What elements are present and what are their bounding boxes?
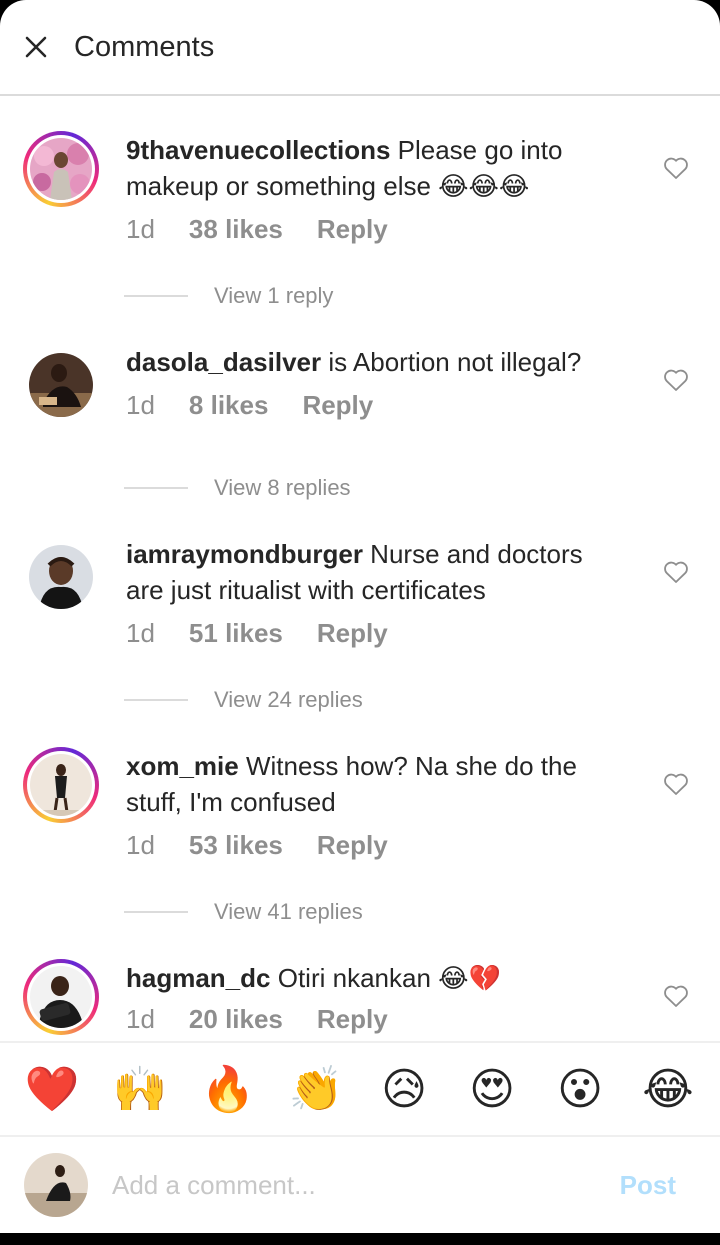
comment-text: hagman_dc Otiri nkankan 😂💔 <box>126 960 626 997</box>
page-title: Comments <box>74 30 215 63</box>
comment-meta: 1d 38 likes Reply <box>126 214 422 245</box>
view-replies-label: View 24 replies <box>214 687 363 712</box>
reaction-laughing[interactable]: 😂 <box>638 1059 698 1119</box>
avatar <box>30 138 92 200</box>
comment-emojis: 😂💔 <box>438 964 501 994</box>
comment-username[interactable]: 9thavenuecollections <box>126 135 390 165</box>
user-avatar <box>24 1153 88 1217</box>
view-replies-label: View 41 replies <box>214 899 363 924</box>
comment-composer: Post <box>0 1137 720 1233</box>
reply-button[interactable]: Reply <box>302 390 373 421</box>
comment-time: 1d <box>126 214 155 244</box>
reaction-surprised[interactable]: 😮 <box>550 1059 610 1119</box>
view-replies-label: View 1 reply <box>214 283 334 308</box>
divider-line <box>124 699 188 701</box>
divider-line <box>124 911 188 913</box>
comment-time: 1d <box>126 1004 155 1034</box>
reaction-heart-eyes[interactable]: 😍 <box>462 1059 522 1119</box>
avatar <box>30 966 92 1028</box>
like-heart-icon[interactable] <box>663 560 689 584</box>
comment-username[interactable]: hagman_dc <box>126 963 271 993</box>
reply-button[interactable]: Reply <box>317 214 388 245</box>
reaction-heart[interactable]: ❤️ <box>22 1059 82 1119</box>
view-replies-label: View 8 replies <box>214 475 351 500</box>
comment-body: Otiri nkankan <box>270 963 439 993</box>
comment-likes[interactable]: 8 likes <box>189 390 269 421</box>
view-replies-button[interactable]: View 1 reply <box>124 283 333 309</box>
header: Comments <box>0 0 720 96</box>
reaction-clapping[interactable]: 👏 <box>286 1059 346 1119</box>
comments-screen: Comments 9thavenuecollections Please go … <box>0 0 720 1233</box>
comment-meta: 1d 51 likes Reply <box>126 618 422 649</box>
avatar-story-ring[interactable] <box>23 959 99 1035</box>
avatar-wrapper[interactable] <box>23 539 99 615</box>
comments-list[interactable]: 9thavenuecollections Please go into make… <box>0 98 720 1040</box>
avatar <box>29 353 93 417</box>
like-heart-icon[interactable] <box>663 156 689 180</box>
view-replies-button[interactable]: View 8 replies <box>124 475 351 501</box>
comment-likes[interactable]: 51 likes <box>189 618 283 649</box>
comment-input[interactable] <box>110 1168 620 1202</box>
reaction-fire[interactable]: 🔥 <box>198 1059 258 1119</box>
comment-text: 9thavenuecollections Please go into make… <box>126 132 626 205</box>
view-replies-button[interactable]: View 24 replies <box>124 687 363 713</box>
reply-button[interactable]: Reply <box>317 830 388 861</box>
comment-time: 1d <box>126 618 155 648</box>
divider-line <box>124 295 188 297</box>
comment-meta: 1d 20 likes Reply <box>126 1004 422 1035</box>
avatar <box>29 545 93 609</box>
avatar-story-ring[interactable] <box>23 131 99 207</box>
reply-button[interactable]: Reply <box>317 1004 388 1035</box>
view-replies-button[interactable]: View 41 replies <box>124 899 363 925</box>
comment-time: 1d <box>126 390 155 420</box>
comment-text: xom_mie Witness how? Na she do the stuff… <box>126 748 626 820</box>
comment-likes[interactable]: 20 likes <box>189 1004 283 1035</box>
comment-time: 1d <box>126 830 155 860</box>
comment-meta: 1d 8 likes Reply <box>126 390 407 421</box>
comment-emojis: 😂😂😂 <box>438 172 530 202</box>
like-heart-icon[interactable] <box>663 368 689 392</box>
comment-body: is Abortion not illegal? <box>321 347 582 377</box>
avatar-wrapper[interactable] <box>23 347 99 423</box>
avatar-story-ring[interactable] <box>23 747 99 823</box>
like-heart-icon[interactable] <box>663 772 689 796</box>
comment-likes[interactable]: 53 likes <box>189 830 283 861</box>
comment-username[interactable]: dasola_dasilver <box>126 347 321 377</box>
like-heart-icon[interactable] <box>663 984 689 1008</box>
avatar <box>30 754 92 816</box>
close-button[interactable] <box>16 27 56 67</box>
comment-meta: 1d 53 likes Reply <box>126 830 422 861</box>
quick-reactions-bar: ❤️ 🙌 🔥 👏 😥 😍 😮 😂 <box>0 1041 720 1137</box>
comment-text: iamraymondburger Nurse and doctors are j… <box>126 536 626 608</box>
reaction-raising-hands[interactable]: 🙌 <box>110 1059 170 1119</box>
comment-likes[interactable]: 38 likes <box>189 214 283 245</box>
reply-button[interactable]: Reply <box>317 618 388 649</box>
comment-username[interactable]: xom_mie <box>126 751 239 781</box>
post-button[interactable]: Post <box>620 1170 676 1201</box>
comment-text: dasola_dasilver is Abortion not illegal? <box>126 344 626 380</box>
divider-line <box>124 487 188 489</box>
reaction-sad[interactable]: 😥 <box>374 1059 434 1119</box>
comment-username[interactable]: iamraymondburger <box>126 539 363 569</box>
close-icon <box>25 36 47 58</box>
